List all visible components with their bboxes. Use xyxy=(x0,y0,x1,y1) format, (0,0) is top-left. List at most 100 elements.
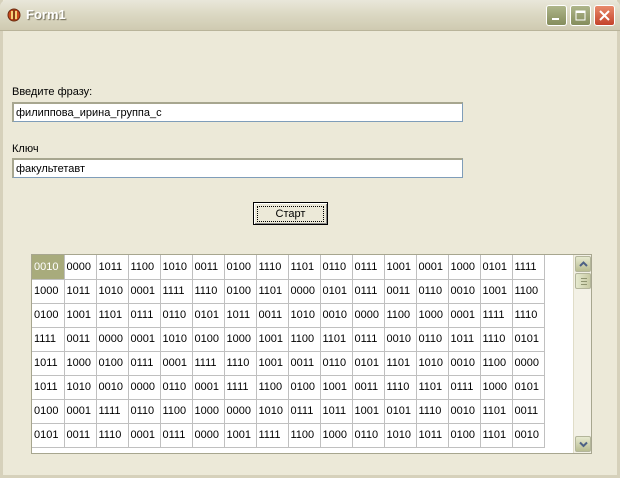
grid-cell[interactable]: 0001 xyxy=(128,423,161,448)
grid-cell[interactable]: 1001 xyxy=(256,351,289,376)
grid-cell[interactable]: 1101 xyxy=(320,327,353,352)
grid-cell[interactable]: 1110 xyxy=(416,399,449,424)
grid-cell[interactable]: 1011 xyxy=(320,399,353,424)
grid-cell[interactable]: 0110 xyxy=(160,303,193,328)
grid-cell[interactable]: 0111 xyxy=(288,399,321,424)
grid-cell[interactable]: 0001 xyxy=(416,255,449,280)
grid-cell[interactable]: 0111 xyxy=(448,375,481,400)
grid-cell[interactable]: 0101 xyxy=(192,303,225,328)
grid-cell[interactable]: 1100 xyxy=(128,255,161,280)
grid-cell[interactable]: 0001 xyxy=(192,375,225,400)
grid-cell[interactable]: 0111 xyxy=(128,303,161,328)
grid-cell[interactable]: 0011 xyxy=(64,423,97,448)
grid-cell[interactable]: 1010 xyxy=(160,255,193,280)
grid-cell[interactable]: 1111 xyxy=(512,255,545,280)
grid-cell[interactable]: 1001 xyxy=(352,399,385,424)
grid-cell[interactable]: 0011 xyxy=(512,399,545,424)
grid-cell[interactable]: 1011 xyxy=(32,351,65,376)
grid-cell[interactable]: 0111 xyxy=(352,255,385,280)
grid-cell[interactable]: 0000 xyxy=(512,351,545,376)
grid-cell[interactable]: 0000 xyxy=(64,255,97,280)
grid-cell[interactable]: 0110 xyxy=(128,399,161,424)
grid-cell[interactable]: 1101 xyxy=(480,423,513,448)
grid-cell[interactable]: 1000 xyxy=(224,327,257,352)
grid-cell[interactable]: 0010 xyxy=(320,303,353,328)
grid-cell[interactable]: 0101 xyxy=(352,351,385,376)
grid-cell[interactable]: 0010 xyxy=(448,351,481,376)
scroll-down-button[interactable] xyxy=(575,436,591,452)
grid-cell[interactable]: 1001 xyxy=(320,375,353,400)
grid-cell[interactable]: 1101 xyxy=(96,303,129,328)
grid-cell[interactable]: 0101 xyxy=(512,327,545,352)
grid-cell[interactable]: 0000 xyxy=(192,423,225,448)
grid-cell[interactable]: 0001 xyxy=(64,399,97,424)
grid-cell[interactable]: 1010 xyxy=(416,351,449,376)
maximize-button[interactable] xyxy=(570,5,591,26)
grid-cell[interactable]: 1101 xyxy=(480,399,513,424)
grid-cell[interactable]: 0011 xyxy=(352,375,385,400)
grid-cell[interactable]: 1101 xyxy=(256,279,289,304)
grid-cell[interactable]: 0011 xyxy=(256,303,289,328)
grid-cell[interactable]: 1011 xyxy=(448,327,481,352)
grid-cell[interactable]: 1100 xyxy=(288,423,321,448)
grid-cell[interactable]: 0110 xyxy=(320,351,353,376)
grid-cell[interactable]: 1111 xyxy=(480,303,513,328)
grid-cell[interactable]: 0110 xyxy=(352,423,385,448)
grid-cell[interactable]: 1000 xyxy=(448,255,481,280)
grid-cell[interactable]: 0011 xyxy=(384,279,417,304)
grid-cell[interactable]: 1110 xyxy=(512,303,545,328)
grid-cell[interactable]: 1111 xyxy=(256,423,289,448)
grid-cell[interactable]: 1100 xyxy=(512,279,545,304)
grid-cell[interactable]: 1100 xyxy=(160,399,193,424)
grid-cell[interactable]: 1101 xyxy=(288,255,321,280)
grid-cell[interactable]: 0010 xyxy=(32,255,65,280)
grid-cell[interactable]: 1010 xyxy=(64,375,97,400)
grid-cell[interactable]: 0111 xyxy=(160,423,193,448)
grid-cell[interactable]: 0110 xyxy=(416,327,449,352)
grid-cell[interactable]: 1010 xyxy=(384,423,417,448)
scroll-thumb[interactable] xyxy=(575,273,591,289)
grid-cell[interactable]: 0000 xyxy=(128,375,161,400)
grid-cell[interactable]: 1000 xyxy=(32,279,65,304)
close-button[interactable] xyxy=(594,5,615,26)
grid-cell[interactable]: 1001 xyxy=(480,279,513,304)
grid-cell[interactable]: 1110 xyxy=(192,279,225,304)
grid-cell[interactable]: 1110 xyxy=(224,351,257,376)
grid-cell[interactable]: 1101 xyxy=(416,375,449,400)
grid-cell[interactable]: 0010 xyxy=(96,375,129,400)
grid-cell[interactable]: 0000 xyxy=(96,327,129,352)
grid-cell[interactable]: 1111 xyxy=(192,351,225,376)
grid-cell[interactable]: 1101 xyxy=(384,351,417,376)
grid-cell[interactable]: 0101 xyxy=(384,399,417,424)
grid-cell[interactable]: 0001 xyxy=(128,327,161,352)
grid-cell[interactable]: 0010 xyxy=(384,327,417,352)
grid-cell[interactable]: 0101 xyxy=(480,255,513,280)
grid-cell[interactable]: 1110 xyxy=(480,327,513,352)
grid-cell[interactable]: 0101 xyxy=(320,279,353,304)
start-button[interactable]: Старт xyxy=(253,202,328,225)
binary-grid[interactable]: 0010 0000 1011 1100 1010 0011 0100 1110 1101 0110… xyxy=(31,254,592,454)
grid-cell[interactable]: 0001 xyxy=(128,279,161,304)
grid-cell[interactable]: 0100 xyxy=(32,399,65,424)
grid-cell[interactable]: 0101 xyxy=(512,375,545,400)
grid-cell[interactable]: 1100 xyxy=(480,351,513,376)
grid-cell[interactable]: 0000 xyxy=(288,279,321,304)
grid-cell[interactable]: 0100 xyxy=(96,351,129,376)
grid-cell[interactable]: 0100 xyxy=(224,255,257,280)
grid-cell[interactable]: 1000 xyxy=(320,423,353,448)
grid-cell[interactable]: 0011 xyxy=(192,255,225,280)
grid-cell[interactable]: 1011 xyxy=(416,423,449,448)
grid-cell[interactable]: 1011 xyxy=(64,279,97,304)
grid-cell[interactable]: 1010 xyxy=(288,303,321,328)
grid-cell[interactable]: 0110 xyxy=(160,375,193,400)
grid-cell[interactable]: 1111 xyxy=(32,327,65,352)
grid-cell[interactable]: 1100 xyxy=(256,375,289,400)
scroll-up-button[interactable] xyxy=(575,256,591,272)
grid-cell[interactable]: 0111 xyxy=(128,351,161,376)
grid-cell[interactable]: 0010 xyxy=(512,423,545,448)
grid-cell[interactable]: 1010 xyxy=(96,279,129,304)
grid-cell[interactable]: 1011 xyxy=(224,303,257,328)
phrase-input[interactable] xyxy=(12,102,463,122)
grid-cell[interactable]: 0110 xyxy=(320,255,353,280)
grid-cell[interactable]: 0000 xyxy=(352,303,385,328)
